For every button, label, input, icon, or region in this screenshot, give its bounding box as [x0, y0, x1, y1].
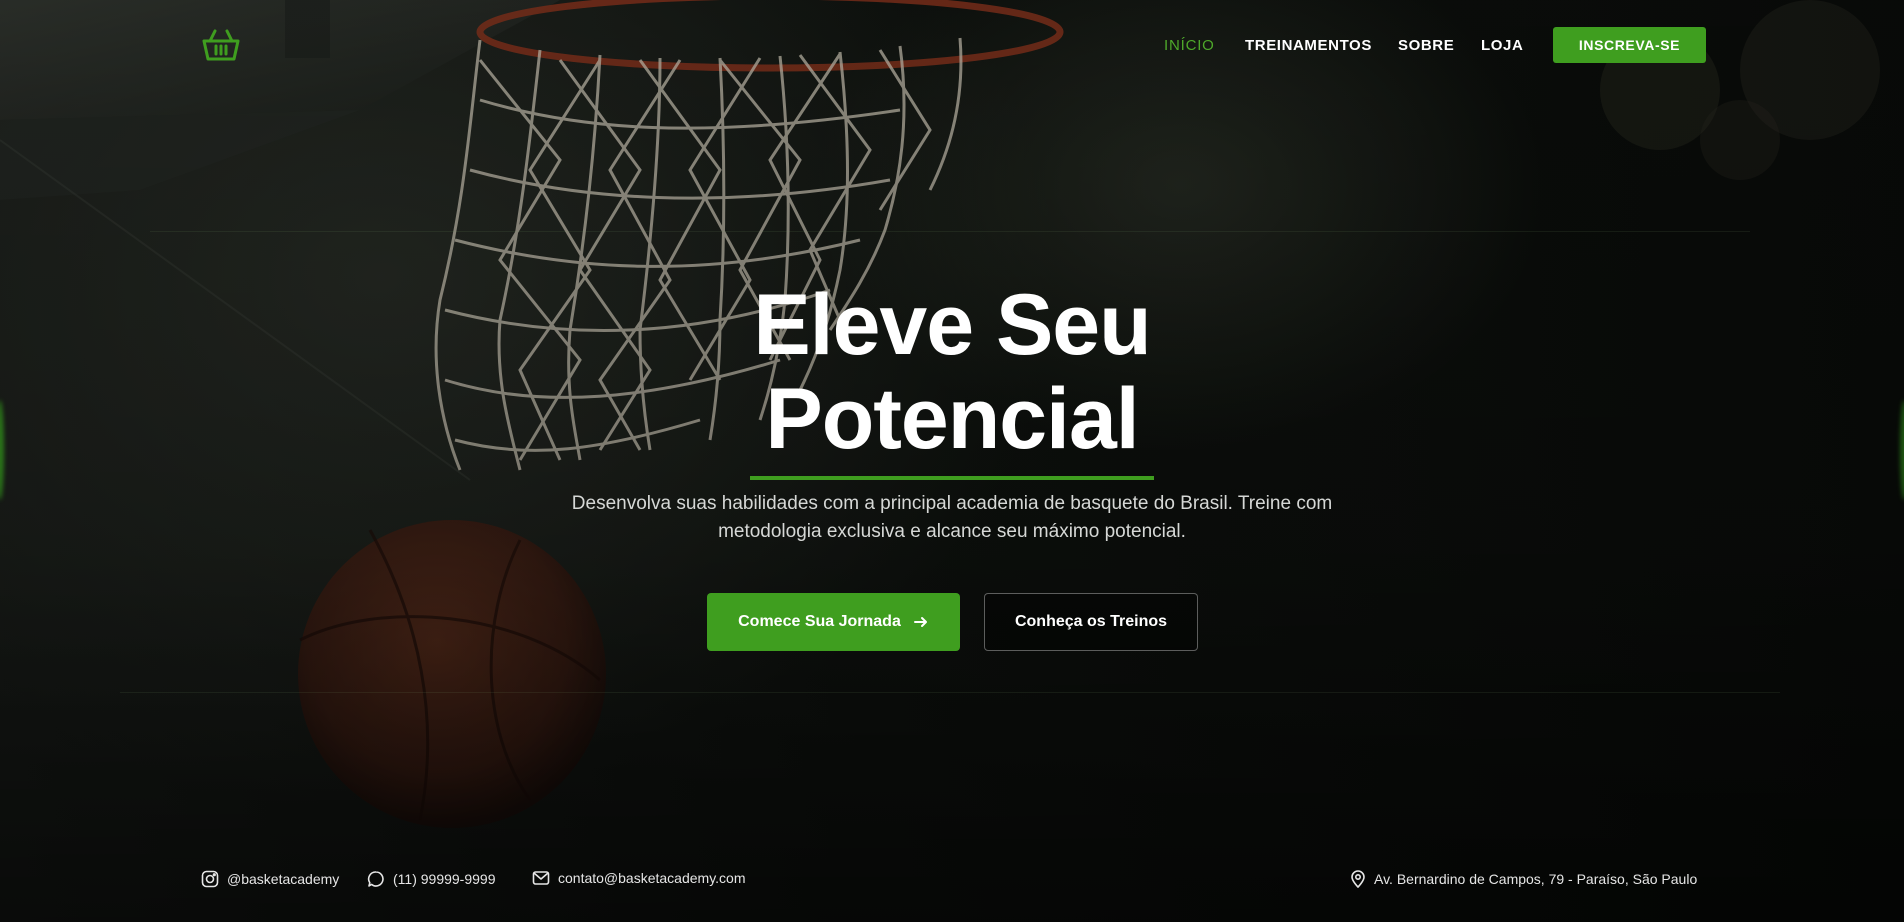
divider-bottom: [120, 692, 1780, 693]
instagram-icon: [201, 870, 219, 888]
nav-item-sobre[interactable]: SOBRE: [1398, 37, 1454, 54]
address-link[interactable]: Av. Bernardino de Campos, 79 - Paraíso, …: [1350, 870, 1697, 888]
map-pin-icon: [1351, 870, 1365, 888]
hero-title-line2: Potencial: [765, 371, 1139, 467]
phone-link[interactable]: (11) 99999-9999: [367, 870, 495, 888]
signup-button[interactable]: INSCREVA-SE: [1553, 27, 1706, 63]
nav-item-loja[interactable]: LOJA: [1481, 37, 1523, 54]
phone-number: (11) 99999-9999: [393, 871, 496, 887]
hero-subtitle: Desenvolva suas habilidades com a princi…: [571, 493, 1333, 542]
chat-icon: [367, 871, 384, 887]
hero-title-line1: Eleve Seu: [753, 277, 1151, 373]
start-journey-button[interactable]: Comece Sua Jornada: [707, 593, 960, 651]
trainings-button[interactable]: Conheça os Treinos: [984, 593, 1198, 651]
start-journey-label: Comece Sua Jornada: [738, 613, 901, 630]
instagram-link[interactable]: @basketacademy: [201, 870, 339, 888]
nav-item-treinamentos[interactable]: TREINAMENTOS: [1245, 37, 1372, 54]
arrow-right-icon: [913, 617, 927, 627]
nav-item-inicio[interactable]: INÍCIO: [1164, 37, 1215, 54]
instagram-handle: @basketacademy: [227, 871, 340, 887]
top-nav: INÍCIO TREINAMENTOS SOBRE LOJA INSCREVA-…: [0, 0, 1904, 90]
title-underline: [750, 476, 1154, 480]
email-link[interactable]: contato@basketacademy.com: [532, 870, 746, 886]
basket-icon[interactable]: [202, 28, 240, 62]
address-text: Av. Bernardino de Campos, 79 - Paraíso, …: [1374, 871, 1698, 887]
email-address: contato@basketacademy.com: [558, 870, 746, 886]
divider-top: [150, 231, 1750, 232]
mail-icon: [532, 871, 550, 885]
